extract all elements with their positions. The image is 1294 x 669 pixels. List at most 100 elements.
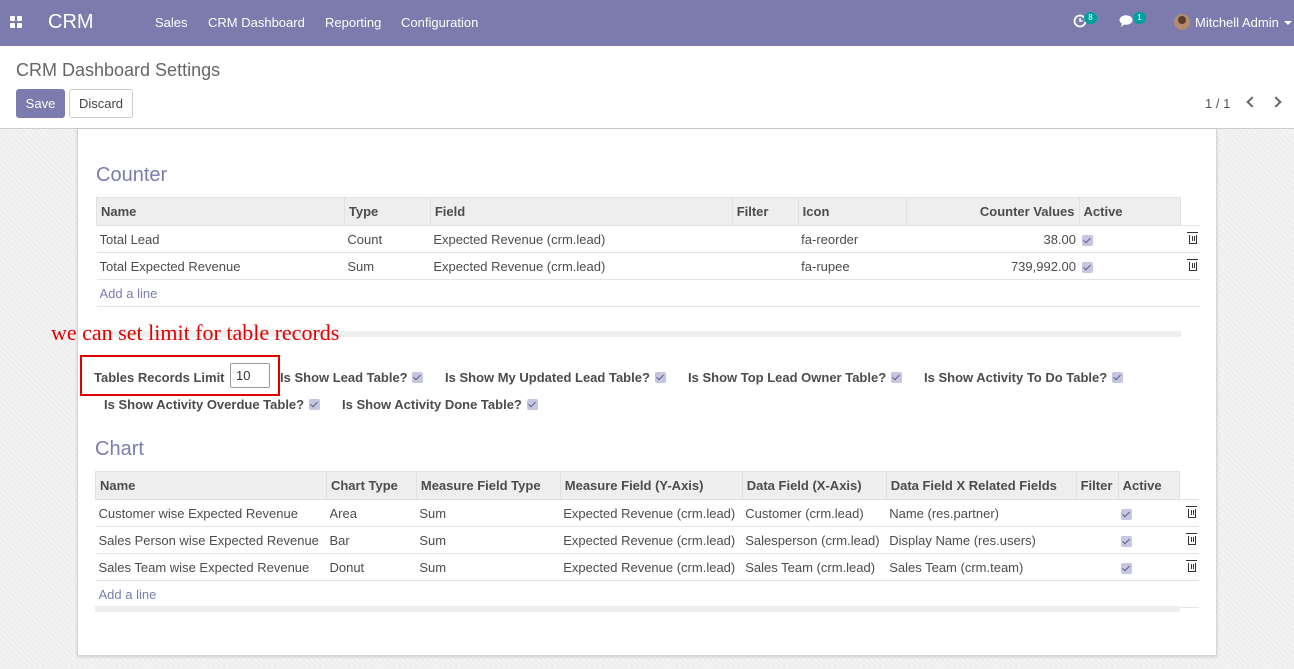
- col-chart-type[interactable]: Chart Type: [325, 471, 417, 500]
- add-line-link[interactable]: Add a line: [99, 587, 157, 602]
- col-measure-field[interactable]: Measure Field (Y-Axis): [559, 471, 743, 500]
- menu-crm-dashboard[interactable]: CRM Dashboard: [208, 15, 305, 30]
- cell-name[interactable]: Customer wise Expected Revenue: [95, 499, 327, 527]
- cell-field[interactable]: Expected Revenue (crm.lead): [430, 252, 733, 280]
- cell-chart-type[interactable]: Donut: [326, 553, 417, 581]
- checkbox-checked-icon[interactable]: [1121, 562, 1133, 574]
- trash-icon[interactable]: [1186, 559, 1197, 572]
- chevron-left-icon[interactable]: [1246, 96, 1258, 108]
- show-done-label: Is Show Activity Done Table?: [342, 397, 522, 412]
- col-type[interactable]: Type: [343, 197, 431, 226]
- checkbox-checked-icon[interactable]: [1082, 234, 1094, 246]
- col-field[interactable]: Field: [429, 197, 733, 226]
- col-active[interactable]: Active: [1078, 197, 1182, 226]
- activity-button[interactable]: 8: [1073, 12, 1097, 31]
- col-measure-type[interactable]: Measure Field Type: [415, 471, 561, 500]
- cell-measure-field[interactable]: Expected Revenue (crm.lead): [560, 499, 743, 527]
- trash-icon[interactable]: [1186, 532, 1197, 545]
- cell-icon[interactable]: fa-rupee: [798, 252, 907, 280]
- app-brand[interactable]: CRM: [48, 11, 94, 34]
- cell-type[interactable]: Count: [344, 225, 431, 253]
- trash-icon[interactable]: [1187, 258, 1198, 271]
- cell-icon[interactable]: fa-reorder: [798, 225, 907, 253]
- messages-button[interactable]: 1: [1119, 12, 1146, 31]
- cell-name[interactable]: Total Lead: [96, 225, 345, 253]
- cell-measure-type[interactable]: Sum: [416, 553, 561, 581]
- col-active[interactable]: Active: [1117, 471, 1181, 500]
- col-related-fields[interactable]: Data Field X Related Fields: [885, 471, 1077, 500]
- checkbox-checked-icon[interactable]: [1082, 261, 1094, 273]
- trash-icon[interactable]: [1186, 505, 1197, 518]
- discard-button[interactable]: Discard: [69, 89, 133, 118]
- highlight-box: [80, 355, 280, 396]
- cell-filter[interactable]: [732, 252, 799, 280]
- cell-chart-type[interactable]: Bar: [326, 526, 417, 554]
- col-data-field[interactable]: Data Field (X-Axis): [741, 471, 887, 500]
- cell-active[interactable]: [1079, 225, 1181, 253]
- checkbox-checked-icon[interactable]: [309, 399, 320, 410]
- cell-chart-type[interactable]: Area: [326, 499, 417, 527]
- cell-active[interactable]: [1118, 553, 1180, 581]
- top-navbar: CRM Sales CRM Dashboard Reporting Config…: [0, 0, 1294, 46]
- annotation-text: we can set limit for table records: [51, 320, 340, 345]
- cell-value[interactable]: 739,992.00: [906, 252, 1080, 280]
- cell-related[interactable]: Display Name (res.users): [886, 526, 1077, 554]
- cell-value[interactable]: 38.00: [906, 225, 1080, 253]
- checkbox-checked-icon[interactable]: [891, 372, 902, 383]
- chevron-right-icon[interactable]: [1270, 96, 1282, 108]
- menu-configuration[interactable]: Configuration: [401, 15, 478, 30]
- checkbox-checked-icon[interactable]: [1112, 372, 1123, 383]
- table-row[interactable]: Total Lead Count Expected Revenue (crm.l…: [96, 225, 1200, 253]
- add-line-link[interactable]: Add a line: [100, 286, 158, 301]
- table-row[interactable]: Customer wise Expected Revenue Area Sum …: [95, 499, 1199, 527]
- trash-icon[interactable]: [1187, 231, 1198, 244]
- cell-delete[interactable]: [1179, 499, 1199, 527]
- cell-type[interactable]: Sum: [344, 252, 431, 280]
- cell-field[interactable]: Expected Revenue (crm.lead): [430, 225, 733, 253]
- cell-measure-type[interactable]: Sum: [416, 526, 561, 554]
- cell-delete[interactable]: [1180, 225, 1200, 253]
- cell-active[interactable]: [1079, 252, 1181, 280]
- show-todo-label: Is Show Activity To Do Table?: [924, 370, 1108, 385]
- cell-filter[interactable]: [1076, 553, 1119, 581]
- cell-related[interactable]: Sales Team (crm.team): [886, 553, 1077, 581]
- table-row[interactable]: Total Expected Revenue Sum Expected Reve…: [96, 252, 1200, 280]
- cell-name[interactable]: Sales Team wise Expected Revenue: [95, 553, 327, 581]
- cell-measure-field[interactable]: Expected Revenue (crm.lead): [560, 526, 743, 554]
- col-name[interactable]: Name: [96, 197, 345, 226]
- col-icon[interactable]: Icon: [797, 197, 907, 226]
- cell-data-field[interactable]: Customer (crm.lead): [742, 499, 887, 527]
- col-filter[interactable]: Filter: [731, 197, 799, 226]
- cell-measure-type[interactable]: Sum: [416, 499, 561, 527]
- col-name[interactable]: Name: [95, 471, 327, 500]
- messages-badge: 1: [1133, 12, 1146, 24]
- cell-filter[interactable]: [732, 225, 799, 253]
- cell-filter[interactable]: [1076, 499, 1119, 527]
- cell-data-field[interactable]: Sales Team (crm.lead): [742, 553, 887, 581]
- cell-name[interactable]: Sales Person wise Expected Revenue: [95, 526, 327, 554]
- checkbox-checked-icon[interactable]: [1121, 535, 1133, 547]
- cell-name[interactable]: Total Expected Revenue: [96, 252, 345, 280]
- cell-delete[interactable]: [1179, 526, 1199, 554]
- cell-delete[interactable]: [1180, 252, 1200, 280]
- cell-measure-field[interactable]: Expected Revenue (crm.lead): [560, 553, 743, 581]
- pager-value[interactable]: 1 / 1: [1205, 96, 1230, 111]
- cell-data-field[interactable]: Salesperson (crm.lead): [742, 526, 887, 554]
- cell-related[interactable]: Name (res.partner): [886, 499, 1077, 527]
- checkbox-checked-icon[interactable]: [1121, 508, 1133, 520]
- col-counter-values[interactable]: Counter Values: [905, 197, 1080, 226]
- save-button[interactable]: Save: [16, 89, 65, 118]
- cell-active[interactable]: [1118, 499, 1180, 527]
- cell-active[interactable]: [1118, 526, 1180, 554]
- checkbox-checked-icon[interactable]: [412, 372, 423, 383]
- grid-icon[interactable]: [10, 16, 23, 29]
- menu-reporting[interactable]: Reporting: [325, 15, 381, 30]
- cell-filter[interactable]: [1076, 526, 1119, 554]
- menu-sales[interactable]: Sales: [155, 15, 188, 30]
- table-row[interactable]: Sales Team wise Expected Revenue Donut S…: [95, 553, 1199, 581]
- table-row[interactable]: Sales Person wise Expected Revenue Bar S…: [95, 526, 1199, 554]
- checkbox-checked-icon[interactable]: [527, 399, 538, 410]
- cell-delete[interactable]: [1179, 553, 1199, 581]
- checkbox-checked-icon[interactable]: [655, 372, 666, 383]
- col-filter[interactable]: Filter: [1075, 471, 1119, 500]
